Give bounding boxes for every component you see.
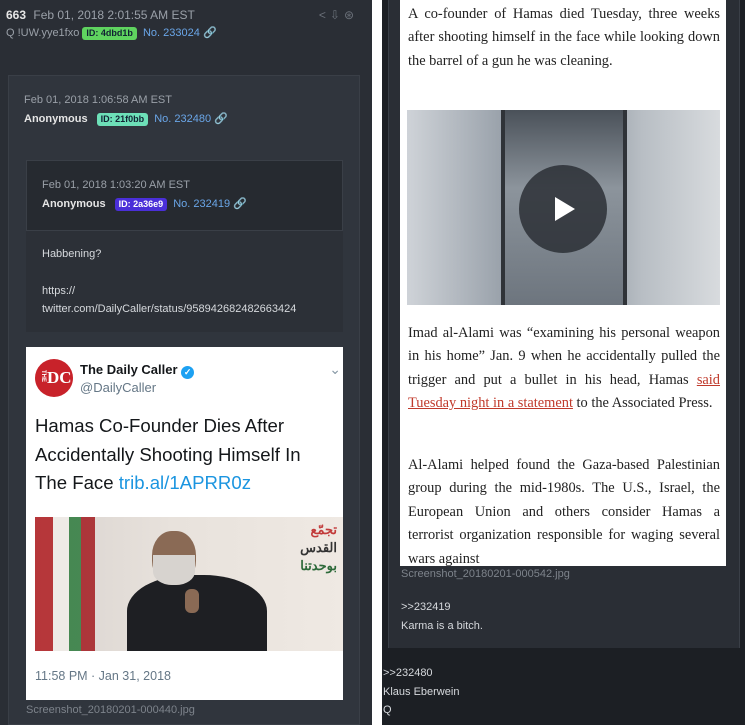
tweet-photo[interactable]: تجمّع القدس بوحدتنا — [35, 517, 343, 651]
post-number[interactable]: 663 — [6, 8, 26, 22]
q-tripcode: Q !UW.yye1fxo — [6, 27, 80, 39]
tweet-url-link[interactable]: twitter.com/DailyCaller/status/958942682… — [42, 303, 296, 315]
photo-banner-text: تجمّع — [310, 522, 337, 537]
id-badge[interactable]: ID: 4dbd1b — [82, 26, 137, 40]
id-badge[interactable]: ID: 21f0bb — [96, 112, 149, 126]
q-post-header: 663 Feb 01, 2018 2:01:55 AM EST <⇩⊛ Q !U… — [0, 0, 372, 50]
post-signature: Q — [383, 704, 392, 716]
article-paragraph: Imad al-Alami was “examining his persona… — [408, 325, 720, 412]
article-video[interactable] — [407, 110, 720, 305]
quote-link[interactable]: >>232419 — [401, 601, 451, 613]
post-no-link[interactable]: No. 233024 — [143, 27, 200, 39]
settings-icon[interactable]: ⊛ — [344, 8, 358, 22]
image-filename[interactable]: Screenshot_20180201-000440.jpg — [26, 704, 195, 716]
photo-banner-text: بوحدتنا — [300, 558, 337, 573]
link-icon[interactable]: 🔗 — [203, 27, 217, 39]
tweet-link[interactable]: trib.al/1APRR0z — [119, 472, 251, 493]
verified-icon: ✓ — [181, 366, 195, 379]
article-screenshot[interactable]: A co-founder of Hamas died Tuesday, thre… — [400, 0, 726, 566]
download-icon[interactable]: ⇩ — [330, 8, 344, 22]
account-name: The Daily Caller — [80, 362, 178, 377]
play-button[interactable] — [519, 165, 607, 253]
post-date: Feb 01, 2018 2:01:55 AM EST — [33, 8, 195, 22]
link-icon[interactable]: 🔗 — [233, 198, 247, 210]
article-paragraph: A co-founder of Hamas died Tuesday, thre… — [408, 6, 720, 69]
share-icon[interactable]: < — [319, 8, 330, 22]
post-date: Feb 01, 2018 1:06:58 AM EST — [24, 94, 172, 106]
reply-text: Karma is a bitch. — [401, 620, 483, 632]
post-no-link[interactable]: No. 232419 — [173, 198, 230, 210]
post-text-line: Habbening? — [42, 248, 102, 260]
image-filename[interactable]: Screenshot_20180201-000542.jpg — [401, 568, 570, 580]
tweet-timestamp: 11:58 PM · Jan 31, 2018 — [35, 669, 171, 683]
tweet-screenshot[interactable]: THE DC The Daily Caller ✓ @DailyCaller ⌄… — [26, 347, 343, 700]
q-post-body: >>232480 Klaus Eberwein Q — [382, 648, 745, 725]
post-text-line: https:// — [42, 285, 76, 297]
tweet-text: Hamas Co-Founder Dies After Accidentally… — [35, 415, 301, 493]
post-text-line: Klaus Eberwein — [383, 686, 460, 698]
quote-link[interactable]: >>232480 — [383, 667, 433, 679]
chevron-down-icon[interactable]: ⌄ — [329, 361, 341, 378]
link-icon[interactable]: 🔗 — [214, 113, 228, 125]
post-date: Feb 01, 2018 1:03:20 AM EST — [42, 179, 190, 191]
panel-divider — [372, 0, 382, 725]
id-badge[interactable]: ID: 2a36e9 — [114, 197, 168, 211]
post-no-link[interactable]: No. 232480 — [154, 113, 211, 125]
post-body: Habbening? https:// twitter.com/DailyCal… — [26, 230, 343, 332]
daily-caller-logo: THE DC — [35, 359, 73, 397]
account-handle: @DailyCaller — [80, 380, 157, 395]
photo-banner-text: القدس — [300, 540, 337, 555]
play-icon — [555, 197, 575, 221]
poster-name: Anonymous — [42, 198, 106, 210]
article-paragraph: Al-Alami helped found the Gaza-based Pal… — [408, 457, 720, 566]
poster-name: Anonymous — [24, 113, 88, 125]
